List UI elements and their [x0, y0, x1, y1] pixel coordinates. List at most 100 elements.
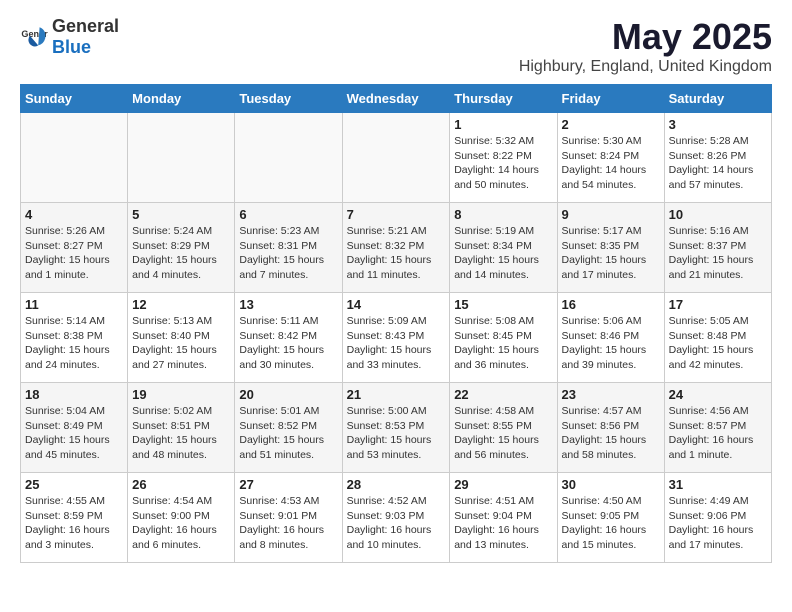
day-cell: 24 Sunrise: 4:56 AMSunset: 8:57 PMDayligh…: [664, 383, 771, 473]
day-info: Sunrise: 5:17 AMSunset: 8:35 PMDaylight:…: [562, 224, 660, 283]
day-info: Sunrise: 4:57 AMSunset: 8:56 PMDaylight:…: [562, 404, 660, 463]
day-cell: 27Sunrise: 4:53 AMSunset: 9:01 PMDayligh…: [235, 473, 342, 563]
weekday-header-wednesday: Wednesday: [342, 85, 450, 113]
day-cell: 29 Sunrise: 4:51 AMSunset: 9:04 PMDayligh…: [450, 473, 557, 563]
day-number: 5: [132, 207, 230, 222]
day-cell: [21, 113, 128, 203]
day-cell: 1Sunrise: 5:32 AMSunset: 8:22 PMDaylight…: [450, 113, 557, 203]
day-info: Sunrise: 5:14 AMSunset: 8:38 PMDaylight:…: [25, 314, 123, 373]
day-number: 28: [347, 477, 446, 492]
day-cell: 30 Sunrise: 4:50 AMSunset: 9:05 PMDayligh…: [557, 473, 664, 563]
day-cell: 10Sunrise: 5:16 AMSunset: 8:37 PMDayligh…: [664, 203, 771, 293]
day-info: Sunrise: 5:11 AMSunset: 8:42 PMDaylight:…: [239, 314, 337, 373]
day-number: 18: [25, 387, 123, 402]
day-number: 8: [454, 207, 552, 222]
day-number: 22: [454, 387, 552, 402]
week-row-1: 1Sunrise: 5:32 AMSunset: 8:22 PMDaylight…: [21, 113, 772, 203]
day-info: Sunrise: 4:53 AMSunset: 9:01 PMDaylight:…: [239, 494, 337, 553]
day-info: Sunrise: 5:16 AMSunset: 8:37 PMDaylight:…: [669, 224, 767, 283]
day-number: 17: [669, 297, 767, 312]
day-info: Sunrise: 5:13 AMSunset: 8:40 PMDaylight:…: [132, 314, 230, 373]
day-info: Sunrise: 5:02 AMSunset: 8:51 PMDaylight:…: [132, 404, 230, 463]
week-row-2: 4 Sunrise: 5:26 AMSunset: 8:27 PMDaylight…: [21, 203, 772, 293]
day-info: Sunrise: 5:09 AMSunset: 8:43 PMDaylight:…: [347, 314, 446, 373]
weekday-header-saturday: Saturday: [664, 85, 771, 113]
day-info: Sunrise: 4:55 AMSunset: 8:59 PMDaylight:…: [25, 494, 123, 553]
day-number: 30: [562, 477, 660, 492]
day-cell: 6 Sunrise: 5:23 AMSunset: 8:31 PMDaylight…: [235, 203, 342, 293]
day-number: 15: [454, 297, 552, 312]
weekday-header-thursday: Thursday: [450, 85, 557, 113]
day-number: 16: [562, 297, 660, 312]
day-number: 13: [239, 297, 337, 312]
day-number: 14: [347, 297, 446, 312]
day-info: Sunrise: 5:24 AMSunset: 8:29 PMDaylight:…: [132, 224, 230, 283]
day-cell: 4 Sunrise: 5:26 AMSunset: 8:27 PMDaylight…: [21, 203, 128, 293]
day-info: Sunrise: 5:30 AMSunset: 8:24 PMDaylight:…: [562, 134, 660, 193]
day-info: Sunrise: 5:26 AMSunset: 8:27 PMDaylight:…: [25, 224, 123, 283]
day-number: 1: [454, 117, 552, 132]
day-info: Sunrise: 5:01 AMSunset: 8:52 PMDaylight:…: [239, 404, 337, 463]
day-number: 4: [25, 207, 123, 222]
day-info: Sunrise: 5:00 AMSunset: 8:53 PMDaylight:…: [347, 404, 446, 463]
day-cell: 13 Sunrise: 5:11 AMSunset: 8:42 PMDayligh…: [235, 293, 342, 383]
weekday-header-monday: Monday: [128, 85, 235, 113]
day-number: 19: [132, 387, 230, 402]
title-area: May 2025 Highbury, England, United Kingd…: [519, 16, 772, 76]
day-cell: 12Sunrise: 5:13 AMSunset: 8:40 PMDayligh…: [128, 293, 235, 383]
day-cell: 21 Sunrise: 5:00 AMSunset: 8:53 PMDayligh…: [342, 383, 450, 473]
day-cell: [342, 113, 450, 203]
day-info: Sunrise: 5:05 AMSunset: 8:48 PMDaylight:…: [669, 314, 767, 373]
day-cell: 16 Sunrise: 5:06 AMSunset: 8:46 PMDayligh…: [557, 293, 664, 383]
day-cell: [235, 113, 342, 203]
day-info: Sunrise: 5:04 AMSunset: 8:49 PMDaylight:…: [25, 404, 123, 463]
weekday-header-tuesday: Tuesday: [235, 85, 342, 113]
week-row-3: 11 Sunrise: 5:14 AMSunset: 8:38 PMDayligh…: [21, 293, 772, 383]
day-cell: 15Sunrise: 5:08 AMSunset: 8:45 PMDayligh…: [450, 293, 557, 383]
day-cell: 17 Sunrise: 5:05 AMSunset: 8:48 PMDayligh…: [664, 293, 771, 383]
day-cell: 11 Sunrise: 5:14 AMSunset: 8:38 PMDayligh…: [21, 293, 128, 383]
day-number: 2: [562, 117, 660, 132]
day-cell: 5 Sunrise: 5:24 AMSunset: 8:29 PMDaylight…: [128, 203, 235, 293]
day-number: 26: [132, 477, 230, 492]
day-cell: 20 Sunrise: 5:01 AMSunset: 8:52 PMDayligh…: [235, 383, 342, 473]
day-cell: [128, 113, 235, 203]
day-number: 31: [669, 477, 767, 492]
weekday-header-friday: Friday: [557, 85, 664, 113]
calendar-table: SundayMondayTuesdayWednesdayThursdayFrid…: [20, 84, 772, 563]
day-number: 6: [239, 207, 337, 222]
day-info: Sunrise: 5:06 AMSunset: 8:46 PMDaylight:…: [562, 314, 660, 373]
day-number: 25: [25, 477, 123, 492]
day-info: Sunrise: 4:50 AMSunset: 9:05 PMDaylight:…: [562, 494, 660, 553]
day-info: Sunrise: 4:56 AMSunset: 8:57 PMDaylight:…: [669, 404, 767, 463]
location-title: Highbury, England, United Kingdom: [519, 58, 772, 76]
month-title: May 2025: [519, 16, 772, 58]
day-number: 3: [669, 117, 767, 132]
day-info: Sunrise: 4:49 AMSunset: 9:06 PMDaylight:…: [669, 494, 767, 553]
day-cell: 25 Sunrise: 4:55 AMSunset: 8:59 PMDayligh…: [21, 473, 128, 563]
day-number: 7: [347, 207, 446, 222]
day-cell: 31 Sunrise: 4:49 AMSunset: 9:06 PMDayligh…: [664, 473, 771, 563]
day-number: 11: [25, 297, 123, 312]
logo-general: General: [52, 16, 119, 36]
weekday-header-row: SundayMondayTuesdayWednesdayThursdayFrid…: [21, 85, 772, 113]
day-cell: 14 Sunrise: 5:09 AMSunset: 8:43 PMDayligh…: [342, 293, 450, 383]
day-number: 24: [669, 387, 767, 402]
day-number: 20: [239, 387, 337, 402]
day-info: Sunrise: 4:51 AMSunset: 9:04 PMDaylight:…: [454, 494, 552, 553]
day-info: Sunrise: 4:58 AMSunset: 8:55 PMDaylight:…: [454, 404, 552, 463]
day-info: Sunrise: 5:19 AMSunset: 8:34 PMDaylight:…: [454, 224, 552, 283]
day-number: 29: [454, 477, 552, 492]
day-number: 23: [562, 387, 660, 402]
week-row-5: 25 Sunrise: 4:55 AMSunset: 8:59 PMDayligh…: [21, 473, 772, 563]
day-cell: 3Sunrise: 5:28 AMSunset: 8:26 PMDaylight…: [664, 113, 771, 203]
day-cell: 2 Sunrise: 5:30 AMSunset: 8:24 PMDaylight…: [557, 113, 664, 203]
day-cell: 28 Sunrise: 4:52 AMSunset: 9:03 PMDayligh…: [342, 473, 450, 563]
day-info: Sunrise: 4:52 AMSunset: 9:03 PMDaylight:…: [347, 494, 446, 553]
day-cell: 8 Sunrise: 5:19 AMSunset: 8:34 PMDaylight…: [450, 203, 557, 293]
logo-icon: General: [20, 23, 48, 51]
week-row-4: 18 Sunrise: 5:04 AMSunset: 8:49 PMDayligh…: [21, 383, 772, 473]
day-number: 21: [347, 387, 446, 402]
day-info: Sunrise: 4:54 AMSunset: 9:00 PMDaylight:…: [132, 494, 230, 553]
day-info: Sunrise: 5:23 AMSunset: 8:31 PMDaylight:…: [239, 224, 337, 283]
